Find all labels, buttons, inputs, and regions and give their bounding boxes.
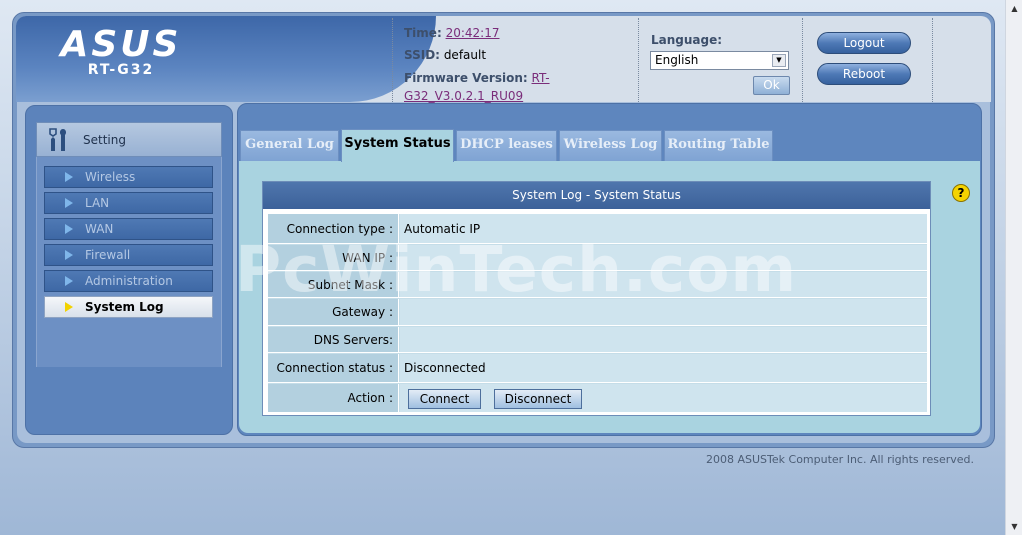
sidebar-item-label: System Log — [85, 300, 164, 314]
play-arrow-icon — [65, 224, 73, 234]
sidebar-item-label: Administration — [85, 274, 173, 288]
row-label: DNS Servers: — [268, 327, 399, 352]
row-label: Connection status : — [268, 354, 399, 382]
sidebar-item-system-log[interactable]: System Log — [44, 296, 213, 318]
language-ok-button[interactable]: Ok — [753, 76, 790, 95]
model-name: RT-G32 — [87, 62, 155, 78]
sidebar-item-label: WAN — [85, 222, 114, 236]
play-arrow-icon — [65, 198, 73, 208]
sidebar-item-label: Firewall — [85, 248, 131, 262]
header-divider — [638, 18, 639, 102]
table-row: DNS Servers: — [268, 327, 927, 353]
sidebar-item-administration[interactable]: Administration — [44, 270, 213, 292]
firmware-link-cont[interactable]: G32_V3.0.2.1_RU09 — [404, 89, 523, 103]
sidebar-item-wan[interactable]: WAN — [44, 218, 213, 240]
reboot-button[interactable]: Reboot — [817, 63, 911, 85]
sidebar-item-firewall[interactable]: Firewall — [44, 244, 213, 266]
sidebar-item-wireless[interactable]: Wireless — [44, 166, 213, 188]
tab-general-log[interactable]: General Log — [240, 130, 339, 161]
header-divider — [392, 18, 393, 102]
asus-logo: ASUS — [60, 24, 182, 65]
table-row: Connection status : Disconnected — [268, 354, 927, 383]
ssid-label: SSID: — [404, 48, 440, 62]
sidebar-heading: Setting — [83, 133, 126, 147]
chevron-down-icon[interactable]: ▼ — [772, 54, 786, 67]
language-selected-value: English — [655, 53, 699, 67]
time-link[interactable]: 20:42:17 — [446, 26, 500, 40]
ssid-value: default — [443, 48, 487, 62]
help-icon[interactable]: ? — [952, 184, 970, 202]
play-arrow-icon — [65, 172, 73, 182]
row-value: Connect Disconnect — [400, 384, 927, 412]
play-arrow-icon — [65, 276, 73, 286]
tab-dhcp-leases[interactable]: DHCP leases — [456, 130, 557, 161]
status-info: Time: 20:42:17 SSID: default Firmware Ve… — [404, 25, 634, 105]
tab-system-status[interactable]: System Status — [341, 129, 454, 162]
sidebar-setting-header[interactable]: Setting — [36, 122, 222, 157]
vertical-scrollbar[interactable]: ▲ ▼ — [1005, 0, 1022, 535]
disconnect-button[interactable]: Disconnect — [494, 389, 582, 409]
tools-icon — [49, 128, 67, 151]
time-label: Time: — [404, 26, 442, 40]
play-arrow-icon — [65, 302, 73, 312]
tab-routing-table[interactable]: Routing Table — [664, 130, 773, 161]
row-value: Disconnected — [400, 354, 927, 382]
connect-button[interactable]: Connect — [408, 389, 481, 409]
sidebar-item-label: LAN — [85, 196, 110, 210]
firmware-link[interactable]: RT- — [532, 71, 550, 85]
tab-wireless-log[interactable]: Wireless Log — [559, 130, 662, 161]
footer-copyright: 2008 ASUSTek Computer Inc. All rights re… — [706, 453, 974, 466]
scroll-down-arrow-icon[interactable]: ▼ — [1008, 520, 1021, 533]
sidebar-item-label: Wireless — [85, 170, 136, 184]
language-label: Language: — [651, 33, 723, 47]
row-label: Action : — [268, 384, 399, 412]
scroll-up-arrow-icon[interactable]: ▲ — [1008, 2, 1021, 15]
logout-button[interactable]: Logout — [817, 32, 911, 54]
row-value — [400, 327, 927, 352]
panel-title: System Log - System Status — [263, 182, 930, 209]
action-row: Action : Connect Disconnect — [268, 384, 927, 412]
language-select[interactable]: English ▼ — [650, 51, 789, 70]
watermark-text: PcWinTech.com — [235, 233, 798, 306]
sidebar-item-lan[interactable]: LAN — [44, 192, 213, 214]
play-arrow-icon — [65, 250, 73, 260]
header-divider — [802, 18, 803, 102]
firmware-label: Firmware Version: — [404, 71, 528, 85]
header-divider — [932, 18, 933, 102]
